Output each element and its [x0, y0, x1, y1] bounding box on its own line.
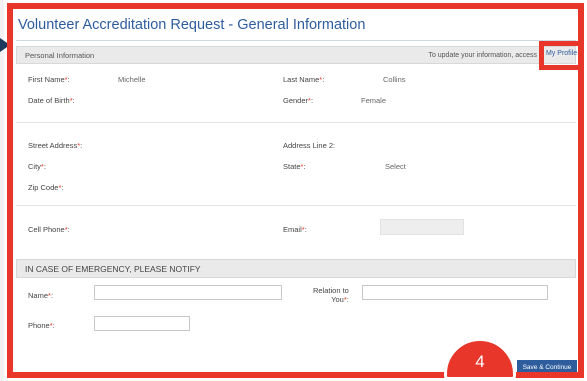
form-highlight-box — [7, 3, 584, 378]
step-number: 4 — [475, 352, 485, 371]
my-profile-highlight-box — [539, 41, 583, 70]
left-edge-strip — [0, 0, 4, 381]
